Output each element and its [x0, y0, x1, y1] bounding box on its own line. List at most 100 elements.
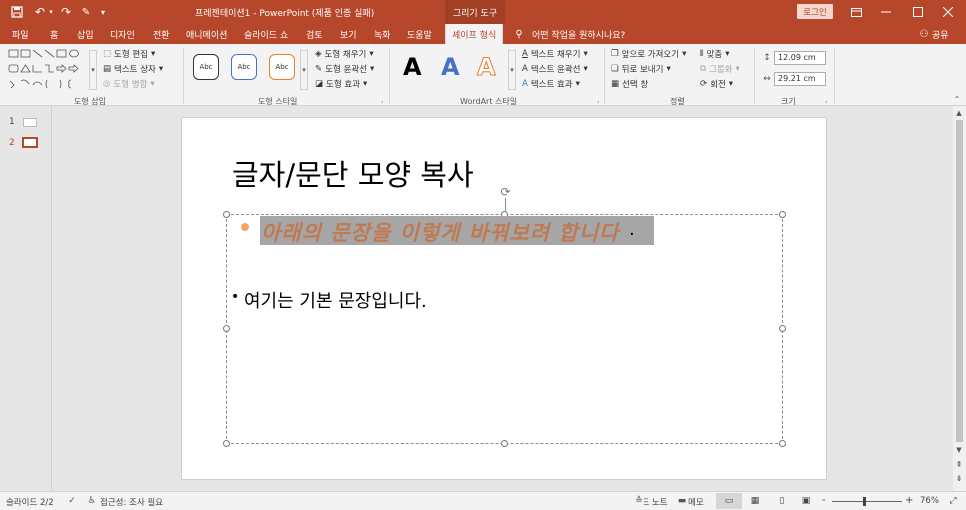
resize-handle[interactable] [779, 211, 786, 218]
chevron-down-icon: ▾ [735, 64, 740, 74]
slide-sorter-icon[interactable]: ▦ [748, 494, 762, 508]
wordart-sample-orange[interactable]: A [477, 53, 497, 82]
tab-help[interactable]: 도움말 [407, 28, 432, 41]
send-backward-button[interactable]: ❏ 뒤로 보내기 ▾ [611, 63, 671, 75]
notes-icon: ≙ [635, 496, 643, 506]
tab-insert[interactable]: 삽입 [77, 28, 94, 41]
tell-me-search[interactable]: 어떤 작업을 원하시나요? [532, 28, 625, 41]
share-button[interactable]: 공유 [932, 28, 949, 41]
accessibility-icon[interactable]: ♿ [86, 495, 98, 507]
shape-width-input[interactable]: 29.21 cm [774, 72, 826, 86]
undo-dropdown-icon[interactable]: ▾ [47, 6, 55, 18]
format-painter-icon[interactable]: ✎ [78, 5, 94, 19]
align-button[interactable]: ⫴ 맞춤 ▾ [700, 48, 730, 60]
edit-shape-button[interactable]: ⬚ 도형 편집 ▾ [103, 48, 155, 60]
shape-height-input[interactable]: 12.09 cm [774, 51, 826, 65]
save-icon[interactable] [10, 5, 24, 19]
text-effects-button[interactable]: A 텍스트 효과 ▾ [522, 78, 580, 90]
wordart-sample-black[interactable]: A [403, 53, 422, 81]
zoom-slider-thumb[interactable] [863, 497, 866, 506]
vertical-scrollbar[interactable]: ▲ ▼ ⇞ ⇟ [953, 106, 966, 491]
slide-thumbnail-1[interactable] [23, 118, 37, 127]
zoom-level[interactable]: 76% [920, 496, 939, 506]
login-button[interactable]: 로그인 [797, 4, 833, 19]
tab-home[interactable]: 홈 [50, 28, 58, 41]
align-icon: ⫴ [700, 49, 704, 59]
dialog-launcher-icon[interactable]: ⌟ [594, 96, 602, 104]
tab-record[interactable]: 녹화 [374, 28, 391, 41]
spell-check-icon[interactable]: ✓ [66, 495, 78, 507]
resize-handle[interactable] [223, 325, 230, 332]
styled-bullet-text[interactable]: 아래의 문장을 이렇게 바꿔보려 합니다 [261, 217, 619, 247]
rotate-handle-icon[interactable]: ⟳ [498, 184, 513, 199]
text-outline-button[interactable]: A 텍스트 윤곽선 ▾ [522, 63, 588, 75]
shape-effects-button[interactable]: ◪ 도형 효과 ▾ [315, 78, 367, 90]
fit-to-window-icon[interactable]: ⤢ [946, 494, 960, 508]
minimize-icon[interactable] [878, 5, 894, 19]
normal-view-icon[interactable]: ▭ [716, 493, 742, 509]
chevron-down-icon: ▾ [158, 64, 164, 74]
selection-pane-button[interactable]: ▦ 선택 창 [611, 78, 648, 90]
zoom-in-button[interactable]: + [905, 495, 913, 506]
tab-review[interactable]: 검토 [306, 28, 323, 41]
next-slide-icon[interactable]: ⇟ [954, 472, 964, 484]
tab-slideshow[interactable]: 슬라이드 쇼 [244, 28, 288, 41]
scroll-thumb[interactable] [956, 120, 963, 442]
collapse-ribbon-icon[interactable]: ⌃ [952, 94, 962, 104]
group-button[interactable]: ⧉ 그룹화 ▾ [700, 63, 740, 75]
shape-outline-button[interactable]: ✎ 도형 윤곽선 ▾ [315, 63, 374, 75]
plain-bullet-text[interactable]: 여기는 기본 문장입니다. [244, 287, 427, 313]
resize-handle[interactable] [223, 440, 230, 447]
ribbon-display-options-icon[interactable] [848, 5, 864, 19]
shape-fill-button[interactable]: ◈ 도형 채우기 ▾ [315, 48, 374, 60]
slideshow-view-icon[interactable]: ▣ [799, 494, 813, 508]
text-box-button[interactable]: ▤ 텍스트 상자 ▾ [103, 63, 163, 75]
close-icon[interactable] [940, 5, 956, 19]
status-bar: 슬라이드 2/2 ✓ ♿ 접근성: 조사 필요 ≙ 슬라이드 노트 ▬ 메모 ▭… [0, 491, 966, 510]
zoom-slider-track[interactable] [832, 501, 902, 502]
shapes-gallery[interactable] [8, 48, 88, 92]
tab-view[interactable]: 보기 [340, 28, 357, 41]
shapes-gallery-more-icon[interactable]: ▾ [89, 50, 97, 90]
dialog-launcher-icon[interactable]: ⌟ [378, 96, 386, 104]
width-icon: ↔ [763, 74, 771, 84]
merge-shapes-button[interactable]: ◎ 도형 병합 ▾ [103, 78, 155, 90]
slide-thumbnail-2[interactable] [22, 137, 38, 148]
text-placeholder-selection[interactable] [226, 214, 783, 444]
tab-design[interactable]: 디자인 [110, 28, 135, 41]
scroll-down-icon[interactable]: ▼ [954, 445, 964, 455]
slide-title[interactable]: 글자/문단 모양 복사 [232, 152, 474, 194]
notes-button[interactable]: 슬라이드 노트 [644, 496, 670, 508]
resize-handle[interactable] [779, 440, 786, 447]
dialog-launcher-icon[interactable]: ⌟ [822, 96, 830, 104]
resize-handle[interactable] [779, 325, 786, 332]
wordart-more-icon[interactable]: ▾ [508, 50, 516, 90]
tab-animations[interactable]: 애니메이션 [186, 28, 227, 41]
shape-style-preset-orange[interactable]: Abc [269, 54, 295, 80]
resize-handle[interactable] [223, 211, 230, 218]
slide[interactable]: 글자/문단 모양 복사 ⟳ 아래의 문장을 이렇게 바꿔보려 합니다 . • 여… [181, 117, 827, 480]
tab-file[interactable]: 파일 [12, 28, 29, 41]
comments-button[interactable]: 메모 [688, 496, 704, 508]
rotate-button[interactable]: ⟳ 회전 ▾ [700, 78, 733, 90]
maximize-icon[interactable] [910, 5, 926, 19]
ribbon-divider [389, 48, 390, 104]
bring-forward-button[interactable]: ❐ 앞으로 가져오기 ▾ [611, 48, 686, 60]
undo-icon[interactable]: ↶ [32, 5, 48, 19]
shape-styles-more-icon[interactable]: ▾ [300, 50, 308, 90]
zoom-out-button[interactable]: - [822, 495, 826, 506]
reading-view-icon[interactable]: ▯ [775, 494, 789, 508]
scroll-up-icon[interactable]: ▲ [954, 108, 964, 118]
tab-shape-format[interactable]: 셰이프 형식 [445, 24, 504, 44]
text-fill-button[interactable]: A 텍스트 채우기 ▾ [522, 48, 588, 60]
resize-handle[interactable] [501, 440, 508, 447]
wordart-sample-blue[interactable]: A [441, 53, 460, 81]
shape-style-preset-dark[interactable]: Abc [193, 54, 219, 80]
bring-forward-icon: ❐ [611, 49, 619, 59]
qat-customize-icon[interactable]: ▾ [98, 6, 108, 18]
previous-slide-icon[interactable]: ⇞ [954, 458, 964, 470]
tab-transitions[interactable]: 전환 [153, 28, 170, 41]
accessibility-status[interactable]: 접근성: 조사 필요 [100, 496, 163, 508]
redo-icon[interactable]: ↷ [58, 5, 74, 19]
shape-style-preset-blue[interactable]: Abc [231, 54, 257, 80]
